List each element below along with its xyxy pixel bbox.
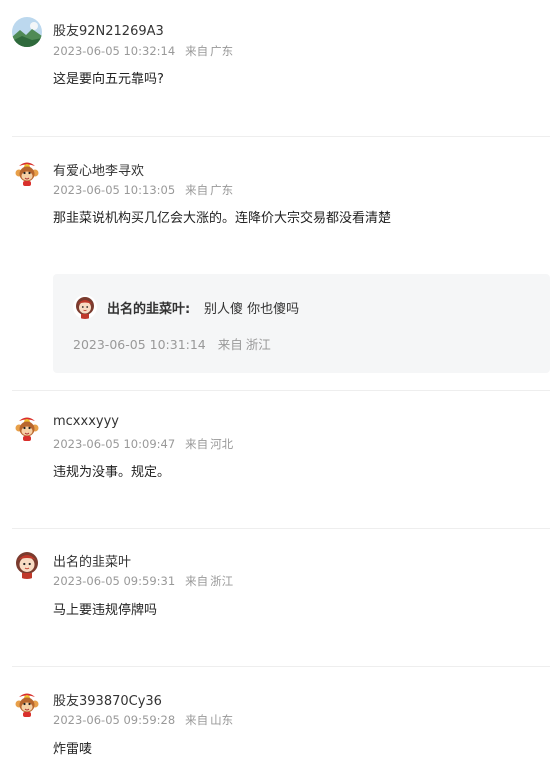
timestamp: 2023-06-05 09:59:31 xyxy=(53,574,176,588)
timestamp: 2023-06-05 10:13:05 xyxy=(53,183,176,197)
girl-avatar-icon[interactable] xyxy=(12,549,42,579)
comment-text: 马上要违规停牌吗 xyxy=(53,603,158,618)
comment-meta: 2023-06-05 09:59:31 来自 浙江 xyxy=(53,573,233,589)
divider xyxy=(12,390,550,391)
comment-meta: 2023-06-05 10:09:47 来自 河北 xyxy=(53,436,233,452)
location: 广东 xyxy=(210,183,234,197)
reply-text: 别人傻 你也傻吗 xyxy=(204,302,300,317)
comment-text: 违规为没事。规定。 xyxy=(53,465,171,480)
comment-meta: 2023-06-05 10:13:05 来自 广东 xyxy=(53,182,233,198)
comment-text: 那韭菜说机构买几亿会大涨的。连降价大宗交易都没看清楚 xyxy=(53,211,392,226)
username[interactable]: 有爱心地李寻欢 xyxy=(53,160,144,179)
location: 浙江 xyxy=(210,574,234,588)
timestamp: 2023-06-05 09:59:28 xyxy=(53,713,176,727)
from-label: 来自 xyxy=(185,44,209,58)
location: 浙江 xyxy=(245,337,271,352)
reply-box: 出名的韭菜叶: 别人傻 你也傻吗 2023-06-05 10:31:14 来自 浙江 xyxy=(53,274,550,373)
comment-list: 股友92N21269A3 2023-06-05 10:32:14 来自 广东 这是要… xyxy=(0,0,550,784)
reply-meta: 2023-06-05 10:31:14 来自 浙江 xyxy=(73,334,271,353)
divider xyxy=(12,528,550,529)
username[interactable]: mcxxxyyy xyxy=(53,414,119,429)
from-label: 来自 xyxy=(185,437,209,451)
username[interactable]: 股友393870Cy36 xyxy=(53,690,162,709)
from-label: 来自 xyxy=(217,337,243,352)
reply-username[interactable]: 出名的韭菜叶: xyxy=(107,298,190,317)
from-label: 来自 xyxy=(185,713,209,727)
from-label: 来自 xyxy=(185,574,209,588)
girl-avatar-icon[interactable] xyxy=(73,295,97,319)
monkey-mascot-avatar-icon[interactable] xyxy=(12,157,42,187)
timestamp: 2023-06-05 10:32:14 xyxy=(53,44,176,58)
monkey-mascot-avatar-icon[interactable] xyxy=(12,688,42,718)
divider xyxy=(12,666,550,667)
divider xyxy=(12,136,550,137)
from-label: 来自 xyxy=(185,183,209,197)
username[interactable]: 股友92N21269A3 xyxy=(53,20,164,39)
comment-text: 这是要向五元靠吗? xyxy=(53,72,164,87)
timestamp: 2023-06-05 10:31:14 xyxy=(73,337,206,352)
comment-text: 炸雷唛 xyxy=(53,742,93,757)
comment-meta: 2023-06-05 10:32:14 来自 广东 xyxy=(53,43,233,59)
location: 山东 xyxy=(210,713,234,727)
location: 广东 xyxy=(210,44,234,58)
timestamp: 2023-06-05 10:09:47 xyxy=(53,437,176,451)
username[interactable]: 出名的韭菜叶 xyxy=(53,551,131,570)
location: 河北 xyxy=(210,437,234,451)
landscape-avatar-icon[interactable] xyxy=(12,17,42,47)
comment-meta: 2023-06-05 09:59:28 来自 山东 xyxy=(53,712,233,728)
monkey-mascot-avatar-icon[interactable] xyxy=(12,412,42,442)
